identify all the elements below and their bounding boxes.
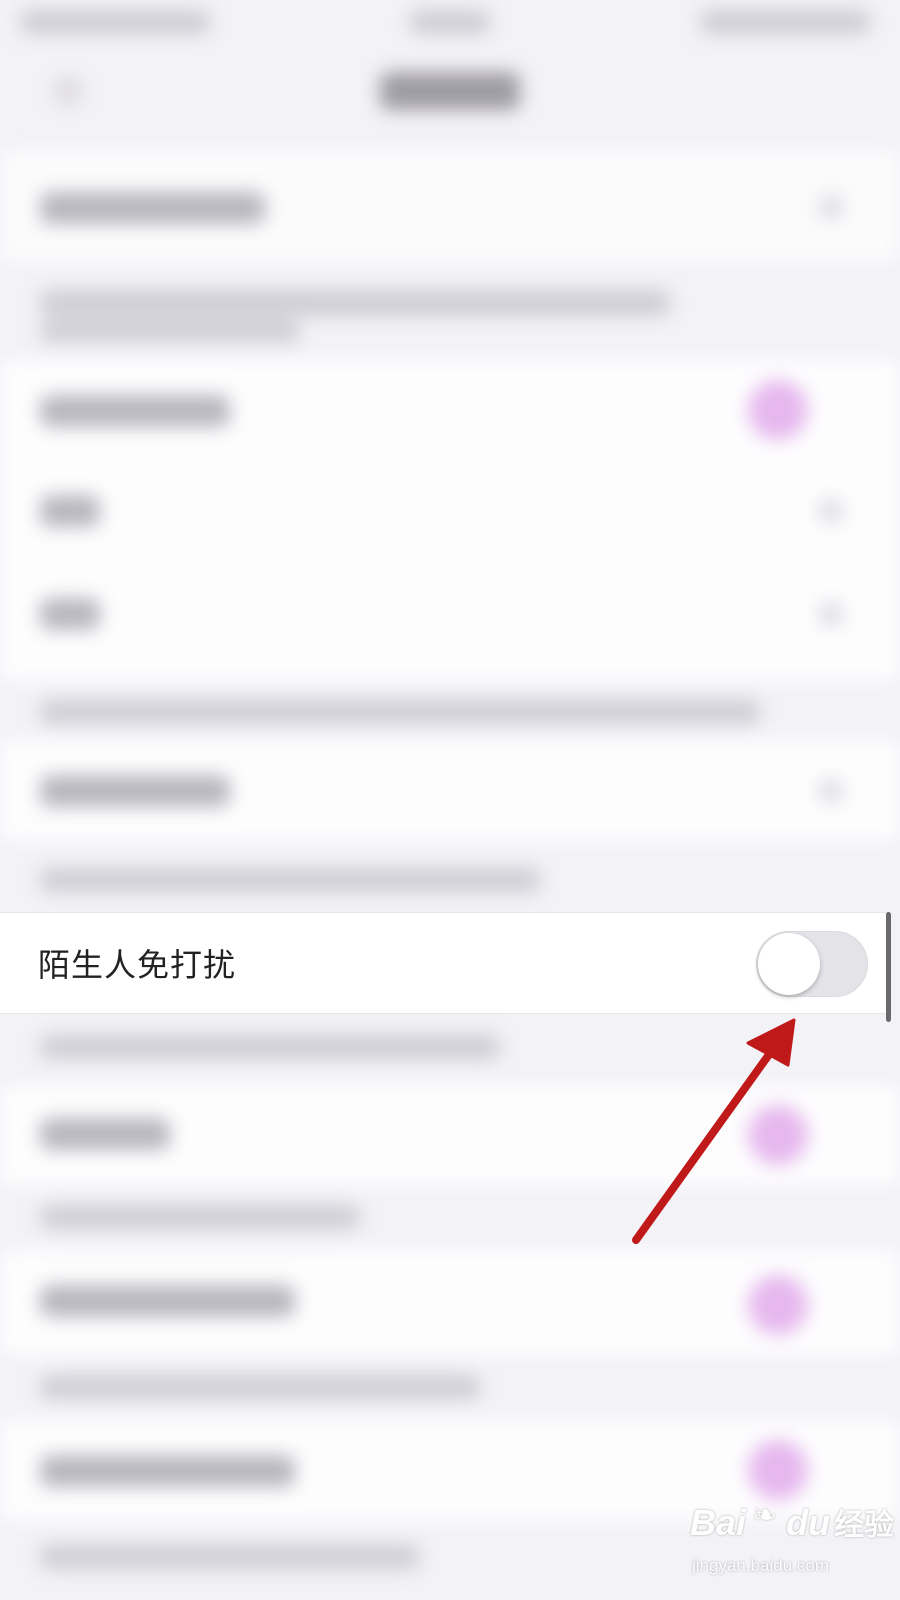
- scrollbar[interactable]: [886, 912, 891, 1022]
- watermark-url: jingyan.baidu.com: [692, 1556, 830, 1575]
- status-bar-right: [700, 10, 870, 34]
- chevron-right-icon: [820, 500, 842, 522]
- blurred-toggle-on[interactable]: [748, 1275, 808, 1335]
- settings-row-8-label: [40, 1455, 295, 1487]
- settings-row-6-label: [40, 1118, 170, 1150]
- section-caption-3: [40, 868, 540, 892]
- settings-row-2-label: [40, 395, 230, 427]
- settings-row-1-label: [40, 192, 265, 224]
- blurred-toggle-on[interactable]: [748, 1440, 808, 1500]
- blurred-settings-background: [0, 0, 900, 1600]
- paw-icon: ❧: [752, 1498, 778, 1533]
- stranger-dnd-label: 陌生人免打扰: [38, 946, 237, 984]
- section-caption-1: [40, 290, 670, 316]
- chevron-right-icon: [820, 603, 842, 625]
- section-caption-4: [40, 1035, 500, 1059]
- section-caption-6: [40, 1375, 480, 1399]
- stranger-dnd-toggle[interactable]: [756, 931, 868, 997]
- chevron-right-icon: [820, 780, 842, 802]
- settings-row-4-label: [40, 598, 100, 630]
- blurred-toggle-on[interactable]: [748, 380, 808, 440]
- settings-row-7-label: [40, 1285, 295, 1317]
- section-caption-2: [40, 700, 760, 724]
- chevron-right-icon: [820, 196, 842, 218]
- watermark-logo: Bai du 经验: [690, 1502, 895, 1543]
- status-bar-left: [20, 10, 210, 34]
- toggle-knob[interactable]: [758, 933, 820, 995]
- section-caption-5: [40, 1205, 360, 1229]
- baidu-jingyan-watermark: Bai du 经验 ❧ jingyan.baidu.com: [686, 1498, 894, 1588]
- status-bar-center: [410, 10, 490, 34]
- page-title: [380, 72, 520, 110]
- blurred-toggle-on[interactable]: [748, 1105, 808, 1165]
- section-caption-7: [40, 1545, 420, 1569]
- settings-row-3-label: [40, 495, 100, 527]
- back-icon[interactable]: [55, 78, 81, 104]
- stranger-dnd-row[interactable]: 陌生人免打扰: [0, 912, 886, 1014]
- settings-row-5-label: [40, 775, 230, 807]
- section-caption-1b: [40, 320, 300, 342]
